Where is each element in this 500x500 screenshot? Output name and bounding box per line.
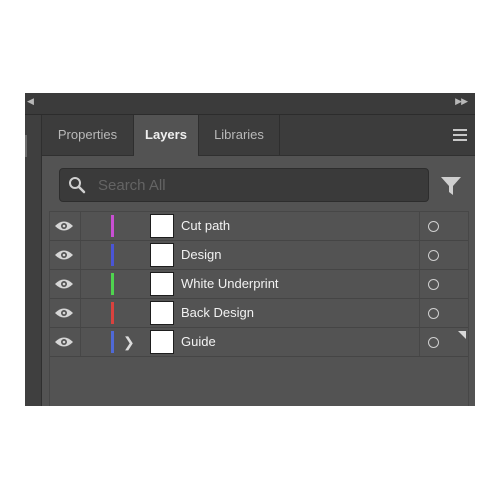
layer-color-bar [111,331,114,353]
column-divider [419,270,420,298]
layers-panel-window: ◀ ▶▶ Properties Layers Libraries Cut pat… [25,93,475,406]
layer-thumbnail [150,301,174,325]
layer-color-bar [111,273,114,295]
panel-resize-corner[interactable] [458,331,466,339]
column-divider [80,328,81,356]
layer-name[interactable]: Cut path [181,212,230,240]
layer-row[interactable]: ❯ Guide [50,328,468,357]
layer-thumbnail [150,214,174,238]
panel-title-bar: ◀ ▶▶ [25,93,475,115]
docked-panel-strip [25,115,42,406]
chevron-right-icon[interactable]: ❯ [123,333,135,351]
layer-row[interactable]: White Underprint [50,270,468,299]
expand-right-icon[interactable]: ▶▶ [455,96,468,107]
tab-layers[interactable]: Layers [134,115,198,156]
layer-color-bar [111,302,114,324]
target-circle-icon[interactable] [428,221,439,232]
search-field[interactable] [59,168,429,202]
column-divider [419,241,420,269]
column-divider [419,328,420,356]
layer-thumbnail [150,243,174,267]
layer-row[interactable]: Cut path [50,212,468,241]
column-divider [419,212,420,240]
layer-name[interactable]: Back Design [181,299,254,327]
layer-row[interactable]: Back Design [50,299,468,328]
layers-list: Cut path Design White Underprint Back Desig… [49,211,469,406]
target-circle-icon[interactable] [428,308,439,319]
column-divider [80,299,81,327]
search-icon [69,177,86,194]
eye-icon[interactable] [54,248,74,262]
layer-row[interactable]: Design [50,241,468,270]
column-divider [80,270,81,298]
eye-icon[interactable] [54,306,74,320]
tab-libraries[interactable]: Libraries [199,115,279,155]
layer-name[interactable]: Guide [181,328,216,356]
layer-thumbnail [150,330,174,354]
target-circle-icon[interactable] [428,337,439,348]
tab-properties[interactable]: Properties [42,115,133,155]
filter-icon[interactable] [440,175,462,197]
target-circle-icon[interactable] [428,279,439,290]
layer-color-bar [111,244,114,266]
layer-name[interactable]: Design [181,241,221,269]
strip-marker [25,135,27,157]
eye-icon[interactable] [54,219,74,233]
layer-thumbnail [150,272,174,296]
layer-name[interactable]: White Underprint [181,270,279,298]
panel-menu-icon[interactable] [453,129,467,141]
tab-divider [279,115,280,155]
column-divider [419,299,420,327]
eye-icon[interactable] [54,335,74,349]
column-divider [80,241,81,269]
column-divider [80,212,81,240]
target-circle-icon[interactable] [428,250,439,261]
search-input[interactable] [96,172,420,198]
collapse-left-icon[interactable]: ◀ [27,96,34,107]
panel-tabs: Properties Layers Libraries [42,115,475,156]
layer-color-bar [111,215,114,237]
eye-icon[interactable] [54,277,74,291]
